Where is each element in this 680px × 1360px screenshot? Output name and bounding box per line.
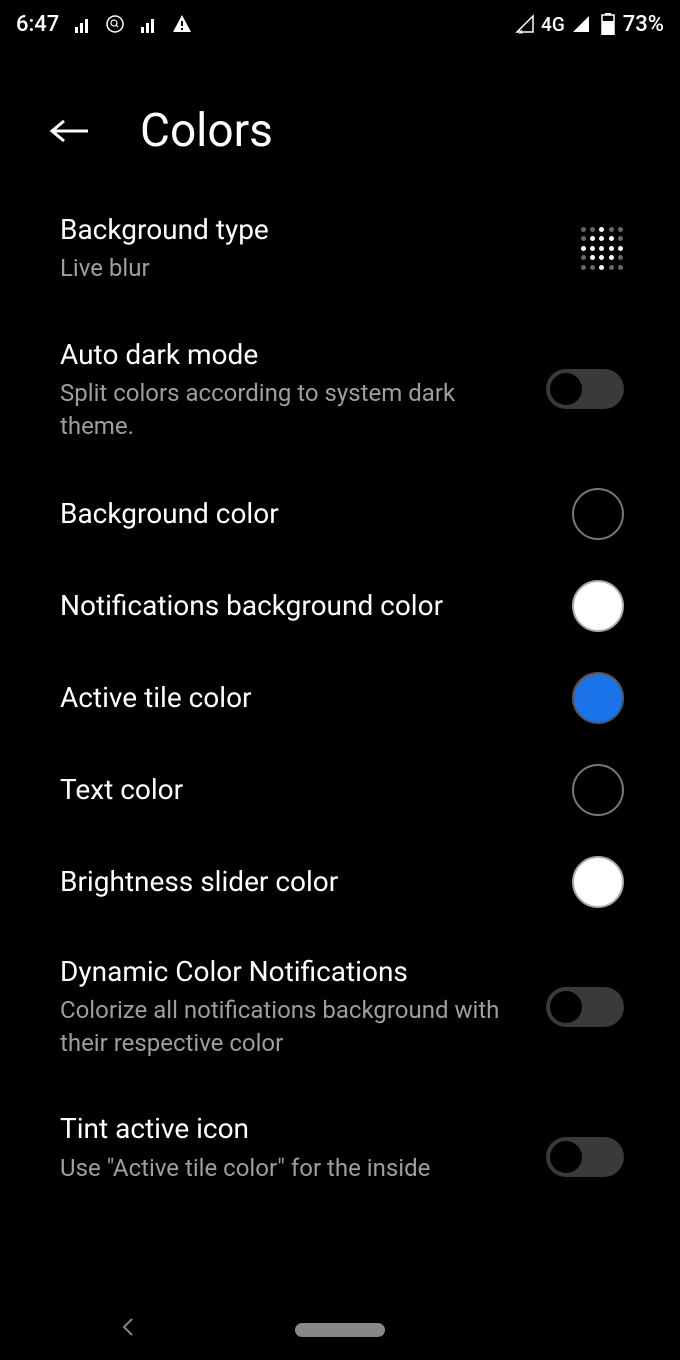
status-right: x 4G 73% (515, 12, 664, 37)
setting-brightness-slider-color[interactable]: Brightness slider color (60, 836, 624, 928)
setting-tint-active-icon[interactable]: Tint active icon Use "Active tile color"… (60, 1085, 624, 1181)
header: Colors (0, 48, 680, 186)
color-swatch[interactable] (572, 672, 624, 724)
setting-notif-bg-color[interactable]: Notifications background color (60, 560, 624, 652)
battery-icon (601, 13, 615, 35)
setting-active-tile-color[interactable]: Active tile color (60, 652, 624, 744)
setting-sub: Live blur (60, 252, 560, 284)
nav-home-pill[interactable] (295, 1323, 385, 1337)
settings-list: Background type Live blur Auto dark mode… (0, 186, 680, 1182)
back-arrow-icon[interactable] (48, 117, 92, 145)
setting-title: Notifications background color (60, 588, 552, 624)
setting-background-color[interactable]: Background color (60, 468, 624, 560)
setting-dynamic-color-notifications[interactable]: Dynamic Color Notifications Colorize all… (60, 928, 624, 1085)
toggle-switch[interactable] (546, 369, 624, 409)
setting-title: Auto dark mode (60, 337, 526, 373)
battery-percent: 73% (623, 12, 664, 37)
blur-pattern-icon (580, 226, 624, 270)
clock: 6:47 (16, 12, 59, 37)
setting-sub: Colorize all notifications background wi… (60, 994, 526, 1059)
nav-back-icon[interactable] (120, 1315, 136, 1345)
signal-icon-2 (139, 15, 157, 33)
setting-background-type[interactable]: Background type Live blur (60, 186, 624, 311)
color-swatch[interactable] (572, 580, 624, 632)
toggle-switch[interactable] (546, 987, 624, 1027)
setting-title: Text color (60, 772, 552, 808)
setting-auto-dark-mode[interactable]: Auto dark mode Split colors according to… (60, 311, 624, 468)
setting-title: Tint active icon (60, 1111, 526, 1147)
status-left: 6:47 (16, 12, 193, 37)
setting-sub: Split colors according to system dark th… (60, 377, 526, 442)
setting-title: Brightness slider color (60, 864, 552, 900)
search-circle-icon (105, 14, 125, 34)
status-bar: 6:47 x 4G 73% (0, 0, 680, 48)
color-swatch[interactable] (572, 764, 624, 816)
setting-title: Dynamic Color Notifications (60, 954, 526, 990)
setting-title: Background type (60, 212, 560, 248)
setting-sub: Use "Active tile color" for the inside (60, 1152, 526, 1182)
svg-text:x: x (519, 28, 523, 34)
navigation-bar (0, 1300, 680, 1360)
color-swatch[interactable] (572, 488, 624, 540)
network-type: 4G (541, 13, 565, 36)
setting-title: Background color (60, 496, 552, 532)
color-swatch[interactable] (572, 856, 624, 908)
no-signal-icon: x (515, 14, 535, 34)
warning-icon (171, 13, 193, 35)
page-title: Colors (140, 104, 273, 158)
cell-signal-icon (571, 14, 591, 34)
signal-icon (73, 15, 91, 33)
setting-title: Active tile color (60, 680, 552, 716)
toggle-switch[interactable] (546, 1137, 624, 1177)
setting-text-color[interactable]: Text color (60, 744, 624, 836)
